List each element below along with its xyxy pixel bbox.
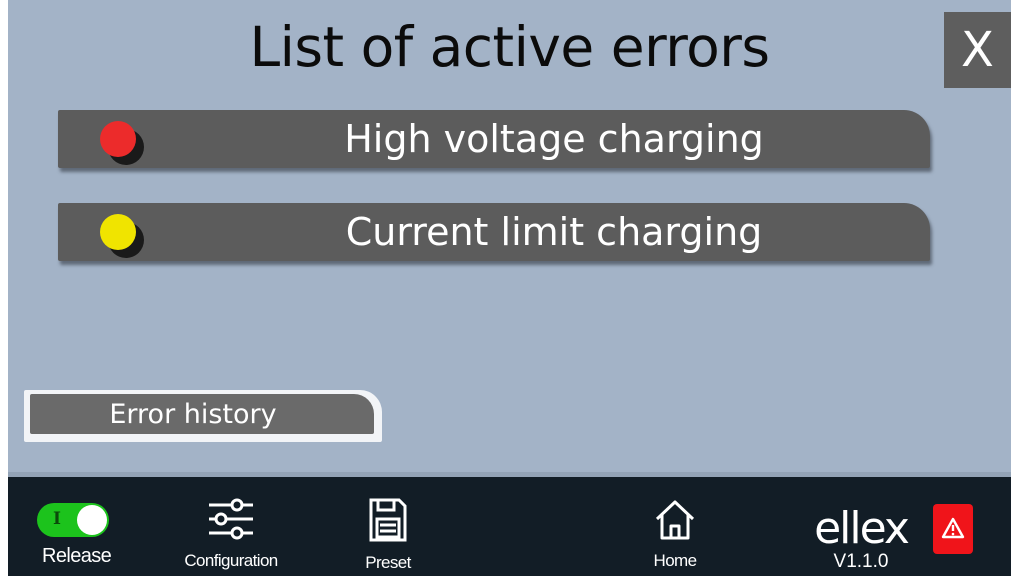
error-row-high-voltage[interactable]: High voltage charging <box>58 110 930 168</box>
toggle-on-mark: I <box>53 509 61 529</box>
alert-badge[interactable] <box>933 504 973 554</box>
close-button[interactable]: X <box>944 12 1011 88</box>
ellex-logo: ellex <box>814 503 910 554</box>
nav-configuration[interactable]: Configuration <box>166 497 296 571</box>
sliders-icon <box>209 498 253 540</box>
home-label: Home <box>653 551 698 570</box>
release-toggle-switch[interactable]: I <box>37 503 109 537</box>
preset-label: Preset <box>365 553 411 572</box>
error-label: Current limit charging <box>345 210 763 254</box>
save-document-icon <box>369 498 407 542</box>
warning-icon <box>941 517 965 539</box>
configuration-label: Configuration <box>184 551 278 570</box>
version-label: V1.1.0 <box>833 551 889 572</box>
nav-home[interactable]: Home <box>640 499 710 571</box>
error-row-current-limit[interactable]: Current limit charging <box>58 203 930 261</box>
release-toggle-item[interactable]: I Release <box>36 503 126 568</box>
error-screen: List of active errors X High voltage cha… <box>8 0 1011 576</box>
home-icon <box>655 500 695 540</box>
error-history-label: Error history <box>30 394 374 434</box>
footer-bar: I Release Configuration Preset Home elle… <box>8 477 1011 576</box>
toggle-knob <box>77 505 107 535</box>
error-label: High voltage charging <box>344 117 764 161</box>
brand-block: ellex V1.1.0 <box>806 503 916 573</box>
nav-preset[interactable]: Preset <box>353 497 423 573</box>
error-history-button[interactable]: Error history <box>24 390 382 442</box>
page-title: List of active errors <box>249 15 770 79</box>
release-label: Release <box>42 545 112 567</box>
